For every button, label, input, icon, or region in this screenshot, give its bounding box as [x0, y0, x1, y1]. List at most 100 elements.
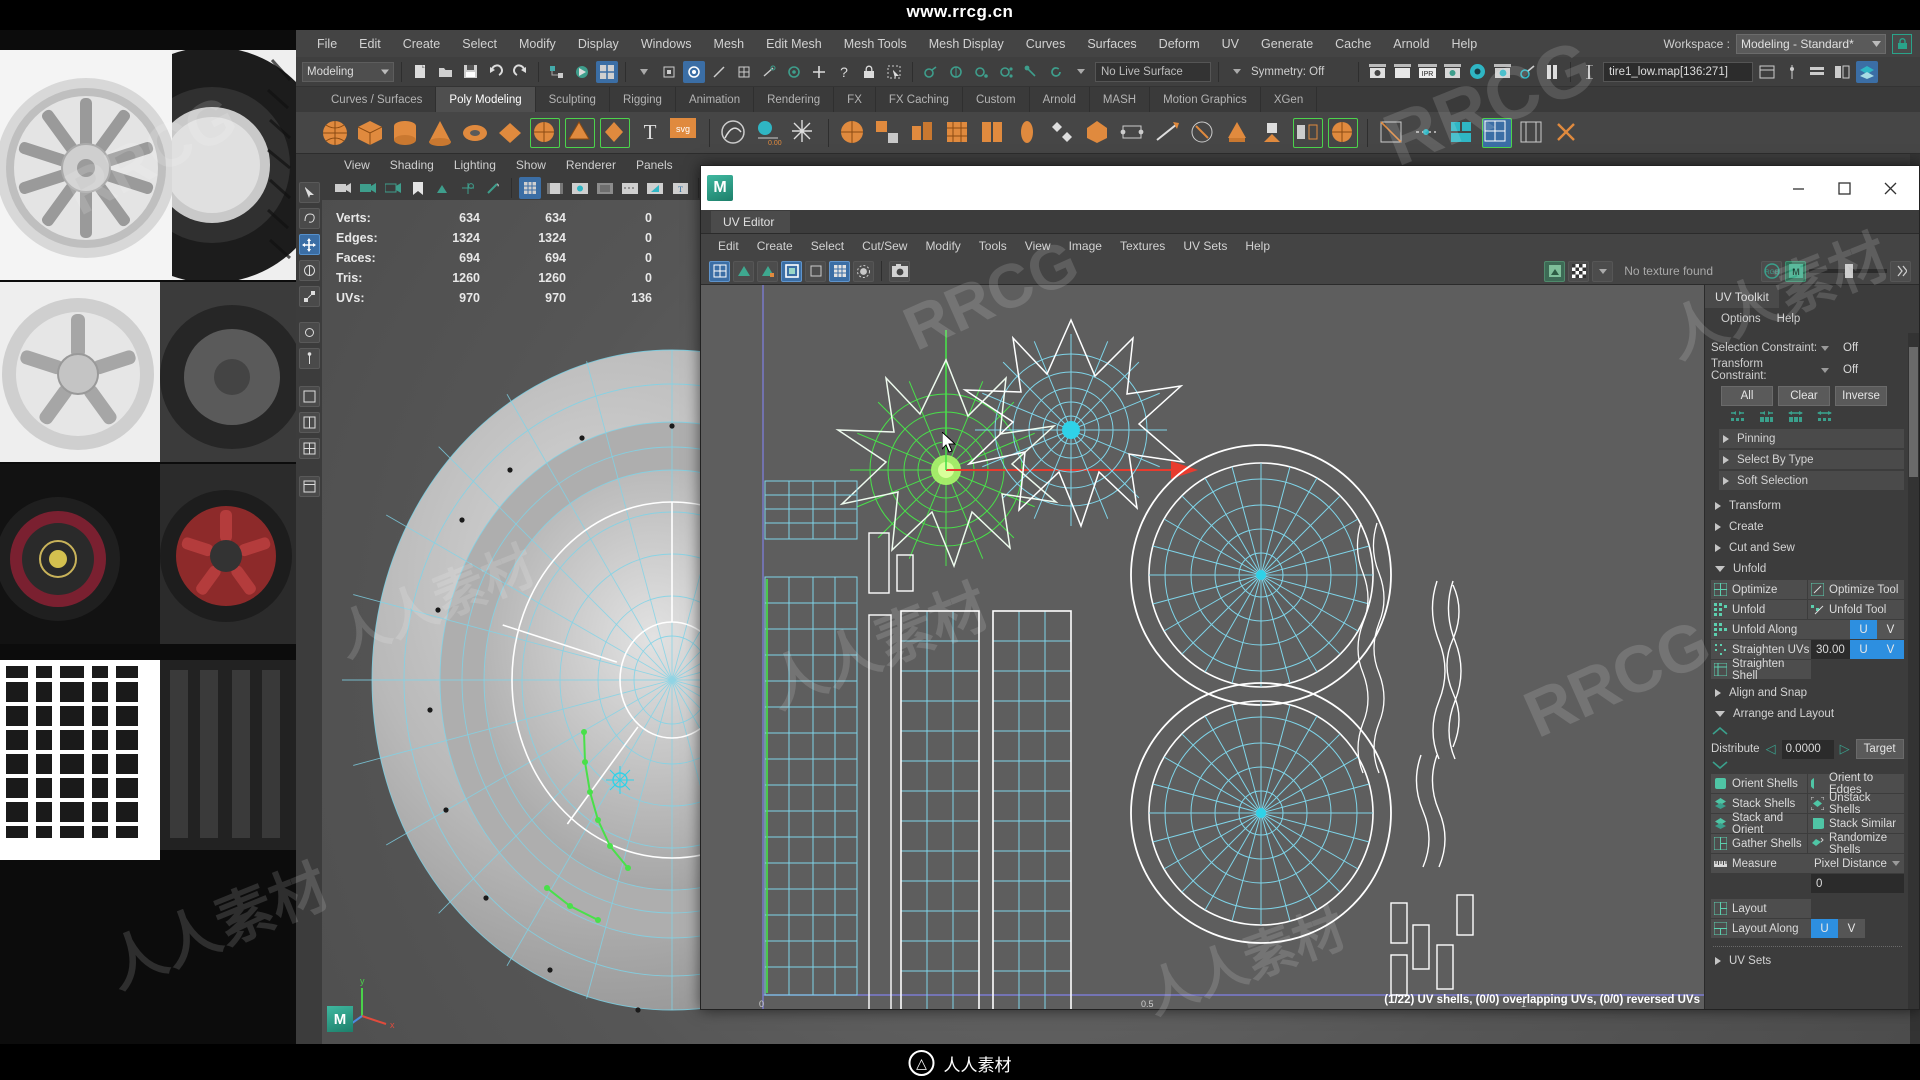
- shrink-selection-icon[interactable]: [1729, 410, 1746, 423]
- render-sequence-icon[interactable]: [1391, 61, 1413, 83]
- select-hierarchy-icon[interactable]: [546, 61, 568, 83]
- scrollbar-thumb[interactable]: [1909, 347, 1918, 477]
- shelf-tab-poly-modeling[interactable]: Poly Modeling: [436, 87, 536, 112]
- connect-icon[interactable]: [1118, 118, 1148, 148]
- uv-toolkit-scrollbar[interactable]: [1908, 333, 1919, 1009]
- target-weld-icon[interactable]: [1188, 118, 1218, 148]
- uv-menu-tools[interactable]: Tools: [970, 237, 1016, 255]
- shelf-tab-fx-caching[interactable]: FX Caching: [876, 87, 963, 112]
- tool-settings-icon[interactable]: [1831, 61, 1853, 83]
- select-inverse-button[interactable]: Inverse: [1835, 386, 1887, 406]
- construction-history-icon[interactable]: [920, 61, 942, 83]
- uv-editor-title-bar[interactable]: M: [701, 166, 1919, 210]
- uv-toolkit-menu-help[interactable]: Help: [1769, 311, 1809, 327]
- distribute-down-arrow[interactable]: [1711, 761, 1904, 769]
- selected-object-field[interactable]: tire1_low.map[136:271]: [1603, 61, 1753, 82]
- workspace-lock-button[interactable]: [1892, 33, 1912, 54]
- both-connections-icon[interactable]: [995, 61, 1017, 83]
- maximize-button[interactable]: [1821, 166, 1867, 210]
- menu-windows[interactable]: Windows: [630, 33, 703, 55]
- menu-cache[interactable]: Cache: [1324, 33, 1382, 55]
- shelf-tab-animation[interactable]: Animation: [676, 87, 755, 112]
- uv-menu-cut-sew[interactable]: Cut/Sew: [853, 237, 916, 255]
- attribute-editor-icon[interactable]: [1781, 61, 1803, 83]
- input-connections-icon[interactable]: [945, 61, 967, 83]
- render-view-icon[interactable]: [1491, 61, 1513, 83]
- merge-icon[interactable]: [1013, 118, 1043, 148]
- render-icon[interactable]: [1366, 61, 1388, 83]
- gather-shells-button[interactable]: Gather Shells: [1711, 834, 1807, 853]
- uv-menu-uv-sets[interactable]: UV Sets: [1174, 237, 1236, 255]
- uv-sew-icon[interactable]: [1412, 118, 1442, 148]
- menu-surfaces[interactable]: Surfaces: [1076, 33, 1147, 55]
- select-all-button[interactable]: All: [1721, 386, 1773, 406]
- poly-cube-icon[interactable]: [355, 118, 385, 148]
- poly-prism-icon[interactable]: [530, 117, 560, 148]
- section-cut-and-sew[interactable]: Cut and Sew: [1711, 538, 1904, 557]
- viewport-menu-view[interactable]: View: [334, 156, 380, 174]
- menu-uv[interactable]: UV: [1211, 33, 1250, 55]
- uv-menu-modify[interactable]: Modify: [916, 237, 969, 255]
- section-arrange-and-layout[interactable]: Arrange and Layout: [1711, 704, 1904, 723]
- unfold-along-v-button[interactable]: V: [1877, 620, 1904, 639]
- selection-constraint-row[interactable]: Selection Constraint: Off: [1711, 337, 1904, 359]
- open-scene-icon[interactable]: [434, 61, 456, 83]
- poly-pipe-icon[interactable]: [600, 117, 630, 148]
- output-connections-icon[interactable]: [970, 61, 992, 83]
- menu-create[interactable]: Create: [392, 33, 452, 55]
- section-pinning[interactable]: Pinning: [1719, 429, 1904, 448]
- resolution-gate-icon[interactable]: [569, 177, 591, 199]
- shelf-tab-rigging[interactable]: Rigging: [610, 87, 676, 112]
- menu-display[interactable]: Display: [567, 33, 630, 55]
- straighten-uvs-value-field[interactable]: 30.00: [1811, 640, 1850, 659]
- save-scene-icon[interactable]: [459, 61, 481, 83]
- shelf-tab-sculpting[interactable]: Sculpting: [536, 87, 610, 112]
- poly-type-icon[interactable]: T: [635, 118, 665, 148]
- uv-distortion-icon[interactable]: [805, 260, 826, 282]
- viewport-menu-show[interactable]: Show: [506, 156, 556, 174]
- bevel-icon[interactable]: [943, 118, 973, 148]
- poly-pyramid-icon[interactable]: [565, 117, 595, 148]
- gate-mask-icon[interactable]: [594, 177, 616, 199]
- uv-unfold-icon[interactable]: [1482, 117, 1512, 148]
- poly-primitive-options-icon[interactable]: 0.00: [754, 118, 784, 148]
- rgb-channel-icon[interactable]: RGB: [1761, 260, 1782, 282]
- two-pane-layout-icon[interactable]: [298, 412, 320, 433]
- menu-mesh-display[interactable]: Mesh Display: [918, 33, 1015, 55]
- uv-canvas[interactable]: 0 0.5 1 (1/22) UV shells, (0/0) overlapp…: [701, 285, 1704, 1009]
- randomize-shells-button[interactable]: Randomize Shells: [1808, 832, 1904, 856]
- mirror-icon[interactable]: [1293, 117, 1323, 148]
- uv-layout-icon[interactable]: [1447, 118, 1477, 148]
- menu-mesh[interactable]: Mesh: [703, 33, 756, 55]
- chevron-down-icon[interactable]: [1070, 61, 1092, 83]
- shelf-tab-arnold[interactable]: Arnold: [1030, 87, 1090, 112]
- menu-file[interactable]: File: [306, 33, 348, 55]
- layout-along-u-button[interactable]: U: [1811, 919, 1838, 938]
- single-view-layout-icon[interactable]: [298, 386, 320, 407]
- grid-toggle-icon[interactable]: [519, 177, 541, 199]
- lasso-tool-icon[interactable]: [298, 208, 320, 229]
- refresh-icon[interactable]: [1045, 61, 1067, 83]
- node-editor-icon[interactable]: [1020, 61, 1042, 83]
- light-editor-icon[interactable]: [1516, 61, 1538, 83]
- unstack-shells-button[interactable]: Unstack Shells: [1808, 792, 1904, 816]
- multi-cut-icon[interactable]: [1153, 118, 1183, 148]
- measure-mode-select[interactable]: Pixel Distance: [1811, 854, 1904, 873]
- section-select-by-type[interactable]: Select By Type: [1719, 450, 1904, 469]
- layout-along-v-button[interactable]: V: [1838, 919, 1865, 938]
- last-tool-icon[interactable]: [298, 322, 320, 343]
- show-manip-icon[interactable]: [298, 348, 320, 369]
- uv-menu-create[interactable]: Create: [748, 237, 802, 255]
- camera-attributes-icon[interactable]: [382, 177, 404, 199]
- close-button[interactable]: [1867, 166, 1913, 210]
- grow-selection-icon[interactable]: [1758, 410, 1775, 423]
- outliner-panel-icon[interactable]: [1756, 61, 1778, 83]
- 2d-pan-zoom-icon[interactable]: [457, 177, 479, 199]
- straighten-v-button[interactable]: V: [1877, 640, 1904, 659]
- measure-button[interactable]: Measure: [1711, 854, 1811, 873]
- alpha-channel-icon[interactable]: M: [1785, 260, 1806, 282]
- poly-cylinder-icon[interactable]: [390, 118, 420, 148]
- sculpt-icon[interactable]: [1258, 118, 1288, 148]
- menu-generate[interactable]: Generate: [1250, 33, 1324, 55]
- uv-snapshot-icon[interactable]: [889, 260, 910, 282]
